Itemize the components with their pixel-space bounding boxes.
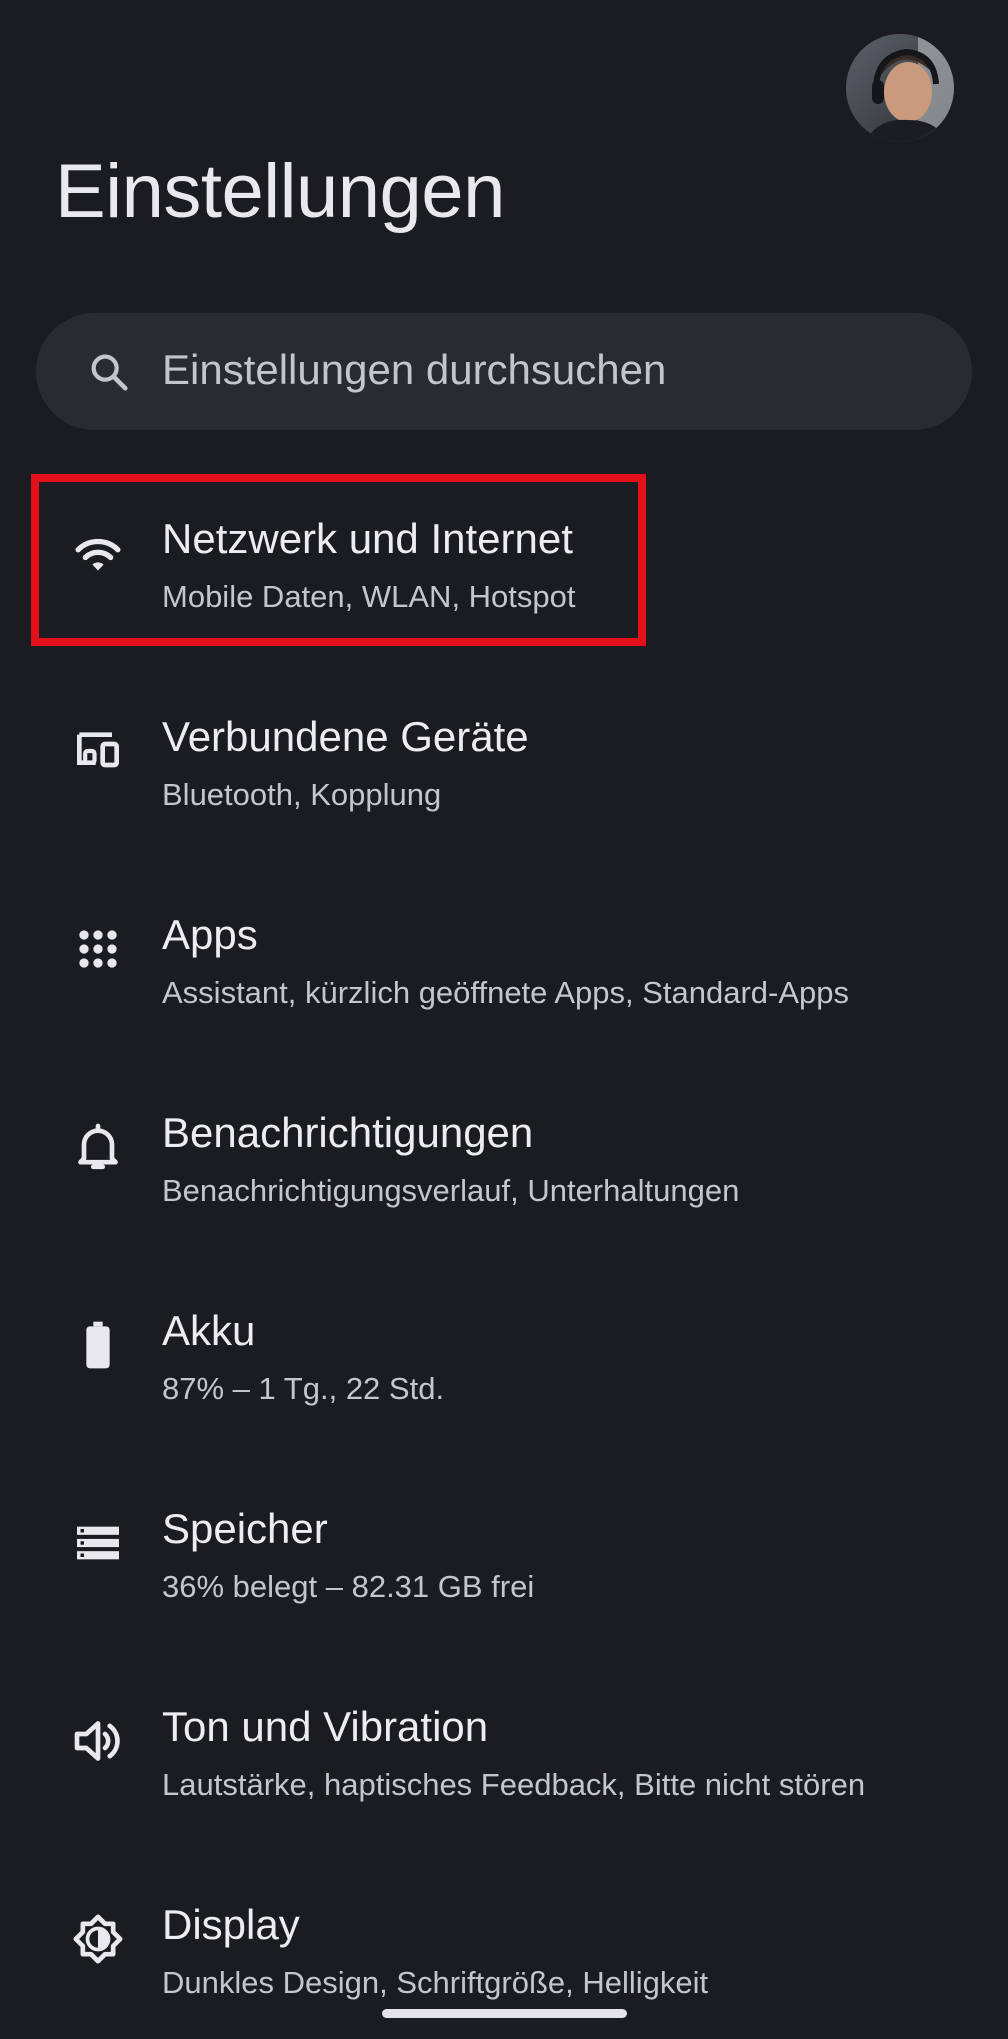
setting-subtitle: Benachrichtigungsverlauf, Unterhaltungen <box>162 1173 740 1208</box>
setting-apps[interactable]: Apps Assistant, kürzlich geöffnete Apps,… <box>0 851 1008 1049</box>
wifi-icon <box>70 525 126 581</box>
setting-battery[interactable]: Akku 87% – 1 Tg., 22 Std. <box>0 1247 1008 1445</box>
setting-title: Ton und Vibration <box>162 1703 489 1750</box>
setting-subtitle: Bluetooth, Kopplung <box>162 777 442 812</box>
brightness-icon <box>70 1911 126 1967</box>
volume-icon <box>70 1713 126 1769</box>
setting-notifications[interactable]: Benachrichtigungen Benachrichtigungsverl… <box>0 1049 1008 1247</box>
home-gesture-bar[interactable] <box>382 2009 627 2018</box>
setting-connected-devices[interactable]: Verbundene Geräte Bluetooth, Kopplung <box>0 653 1008 851</box>
setting-title: Akku <box>162 1307 256 1354</box>
setting-title: Apps <box>162 911 258 958</box>
apps-grid-icon <box>70 921 126 977</box>
setting-title: Verbundene Geräte <box>162 713 529 760</box>
setting-subtitle: Dunkles Design, Schriftgröße, Helligkeit <box>162 1965 709 2000</box>
search-icon <box>86 349 132 395</box>
setting-subtitle: Assistant, kürzlich geöffnete Apps, Stan… <box>162 975 849 1010</box>
page-title: Einstellungen <box>55 149 505 234</box>
storage-icon <box>70 1515 126 1571</box>
setting-subtitle: Lautstärke, haptisches Feedback, Bitte n… <box>162 1767 866 1802</box>
connected-devices-icon <box>70 723 126 779</box>
setting-title: Speicher <box>162 1505 328 1552</box>
setting-title: Benachrichtigungen <box>162 1109 534 1156</box>
setting-network-internet[interactable]: Netzwerk und Internet Mobile Daten, WLAN… <box>0 455 1008 653</box>
setting-storage[interactable]: Speicher 36% belegt – 82.31 GB frei <box>0 1445 1008 1643</box>
user-avatar-photo <box>846 34 954 142</box>
user-avatar[interactable] <box>846 34 954 142</box>
battery-icon <box>70 1317 126 1373</box>
setting-title: Display <box>162 1901 300 1948</box>
setting-sound-vibration[interactable]: Ton und Vibration Lautstärke, haptisches… <box>0 1643 1008 1841</box>
bell-icon <box>70 1119 126 1175</box>
search-input[interactable]: Einstellungen durchsuchen <box>162 346 666 394</box>
setting-title: Netzwerk und Internet <box>162 515 573 562</box>
setting-subtitle: Mobile Daten, WLAN, Hotspot <box>162 579 576 614</box>
setting-subtitle: 87% – 1 Tg., 22 Std. <box>162 1371 445 1406</box>
setting-subtitle: 36% belegt – 82.31 GB frei <box>162 1569 535 1604</box>
